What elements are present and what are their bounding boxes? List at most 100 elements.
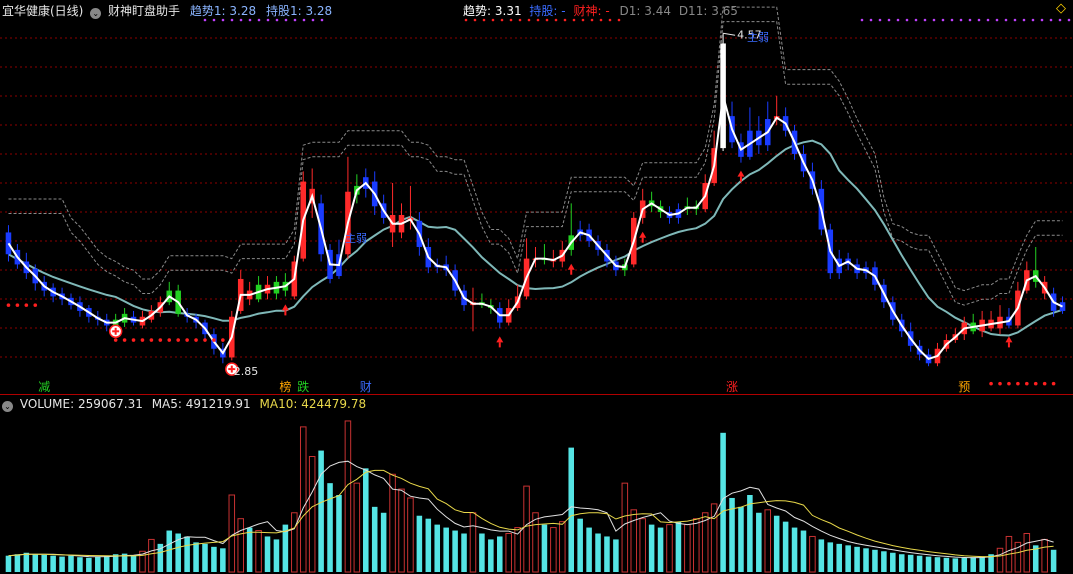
volume-pane[interactable] bbox=[0, 410, 1073, 574]
stock-chart[interactable]: 宜华健康(日线) ⌄ 财神盯盘助手 趋势1: 3.28 持股1: 3.28 趋势… bbox=[0, 0, 1073, 574]
top-dot bbox=[554, 18, 558, 22]
volume-bar bbox=[738, 506, 744, 572]
volume-bar bbox=[979, 556, 985, 572]
volume-bar bbox=[684, 524, 691, 573]
top-dot bbox=[1004, 18, 1008, 22]
volume-bar bbox=[657, 527, 664, 572]
volume-bar bbox=[130, 555, 137, 572]
top-dot bbox=[860, 18, 864, 22]
volume-bar bbox=[202, 543, 208, 572]
volume-bar bbox=[77, 557, 83, 572]
volume-bar bbox=[854, 546, 860, 572]
volume-bar bbox=[872, 549, 878, 572]
support-dot bbox=[113, 338, 118, 342]
volume-bar bbox=[916, 555, 923, 572]
volume-bar bbox=[505, 533, 512, 573]
top-dot bbox=[473, 18, 477, 22]
volume-label: VOLUME: bbox=[19, 397, 75, 411]
support-dot bbox=[1007, 381, 1011, 386]
price-pane[interactable]: 4.57 2.85 bbox=[0, 0, 1073, 394]
volume-bar bbox=[425, 518, 432, 572]
vol-ma5-value: 491219.91 bbox=[185, 397, 251, 411]
top-dot bbox=[1040, 18, 1044, 22]
buy-arrow-icon bbox=[737, 170, 745, 177]
volume-bar bbox=[764, 509, 772, 573]
volume-bar bbox=[5, 555, 12, 572]
top-dot bbox=[923, 18, 927, 22]
volume-bar bbox=[701, 512, 709, 573]
volume-bar bbox=[220, 548, 226, 572]
top-dot bbox=[896, 18, 900, 22]
support-dot bbox=[1042, 381, 1047, 386]
volume-bar bbox=[595, 533, 601, 572]
volume-bar bbox=[255, 530, 262, 573]
volume-bar bbox=[23, 552, 30, 572]
top-dot bbox=[536, 18, 540, 22]
top-dot bbox=[950, 18, 954, 22]
volume-bar bbox=[371, 506, 378, 572]
volume-bar bbox=[488, 539, 494, 572]
support-dot bbox=[158, 338, 163, 342]
buy-arrow-icon bbox=[281, 304, 289, 311]
volume-bar bbox=[318, 450, 324, 572]
volume-bar bbox=[710, 503, 718, 573]
volume-bar bbox=[648, 524, 655, 572]
top-dot bbox=[257, 18, 261, 22]
volume-bar bbox=[380, 512, 387, 572]
volume-bar bbox=[479, 533, 485, 572]
volume-bar bbox=[121, 553, 128, 572]
top-dot bbox=[266, 18, 270, 22]
top-dot bbox=[1022, 18, 1026, 22]
volume-bar bbox=[1023, 533, 1031, 573]
top-dot bbox=[464, 18, 468, 22]
volume-bar bbox=[532, 512, 539, 573]
high-price-label: 4.57 bbox=[737, 28, 762, 41]
volume-bar bbox=[996, 547, 1004, 573]
volume-bar bbox=[95, 556, 101, 572]
top-dot bbox=[1031, 18, 1035, 22]
top-dot bbox=[1067, 18, 1071, 22]
volume-bar bbox=[747, 495, 753, 572]
volume-bar bbox=[791, 527, 798, 572]
buy-arrow-icon bbox=[639, 231, 647, 238]
volume-bar bbox=[756, 512, 762, 572]
volume-bar bbox=[68, 555, 74, 572]
volume-bar bbox=[586, 527, 592, 572]
volume-bar bbox=[273, 539, 280, 572]
top-dot bbox=[977, 18, 981, 22]
top-dot bbox=[221, 18, 225, 22]
volume-bar bbox=[103, 555, 110, 572]
volume-bar bbox=[336, 495, 342, 572]
top-dot bbox=[320, 18, 324, 22]
top-dot bbox=[527, 18, 531, 22]
top-dot bbox=[302, 18, 306, 22]
ma-line bbox=[8, 139, 1063, 337]
volume-bar bbox=[907, 554, 914, 572]
top-dot bbox=[563, 18, 567, 22]
trend-line bbox=[7, 95, 1063, 361]
top-dot bbox=[212, 18, 216, 22]
volume-bar bbox=[14, 554, 21, 572]
volume-bar bbox=[541, 524, 548, 572]
top-dot bbox=[500, 18, 504, 22]
top-dot bbox=[968, 18, 972, 22]
volume-bar bbox=[1041, 538, 1048, 573]
volume-bar bbox=[577, 518, 583, 572]
support-dot bbox=[221, 338, 225, 342]
support-dot bbox=[1025, 381, 1029, 386]
volume-bar bbox=[461, 533, 467, 572]
volume-ma10-line bbox=[8, 469, 1054, 558]
volume-bar bbox=[32, 554, 39, 572]
support-dot bbox=[1016, 381, 1020, 386]
volume-bar bbox=[675, 521, 682, 572]
top-dot bbox=[248, 18, 252, 22]
buy-arrow-icon bbox=[1005, 336, 1013, 343]
support-dot bbox=[185, 338, 189, 342]
pane-divider bbox=[0, 394, 1073, 395]
volume-bar bbox=[693, 518, 700, 573]
volume-bar bbox=[434, 524, 441, 572]
volume-bar bbox=[469, 512, 477, 573]
top-dot bbox=[878, 18, 882, 22]
support-dot bbox=[140, 338, 145, 342]
top-dot bbox=[1013, 18, 1017, 22]
